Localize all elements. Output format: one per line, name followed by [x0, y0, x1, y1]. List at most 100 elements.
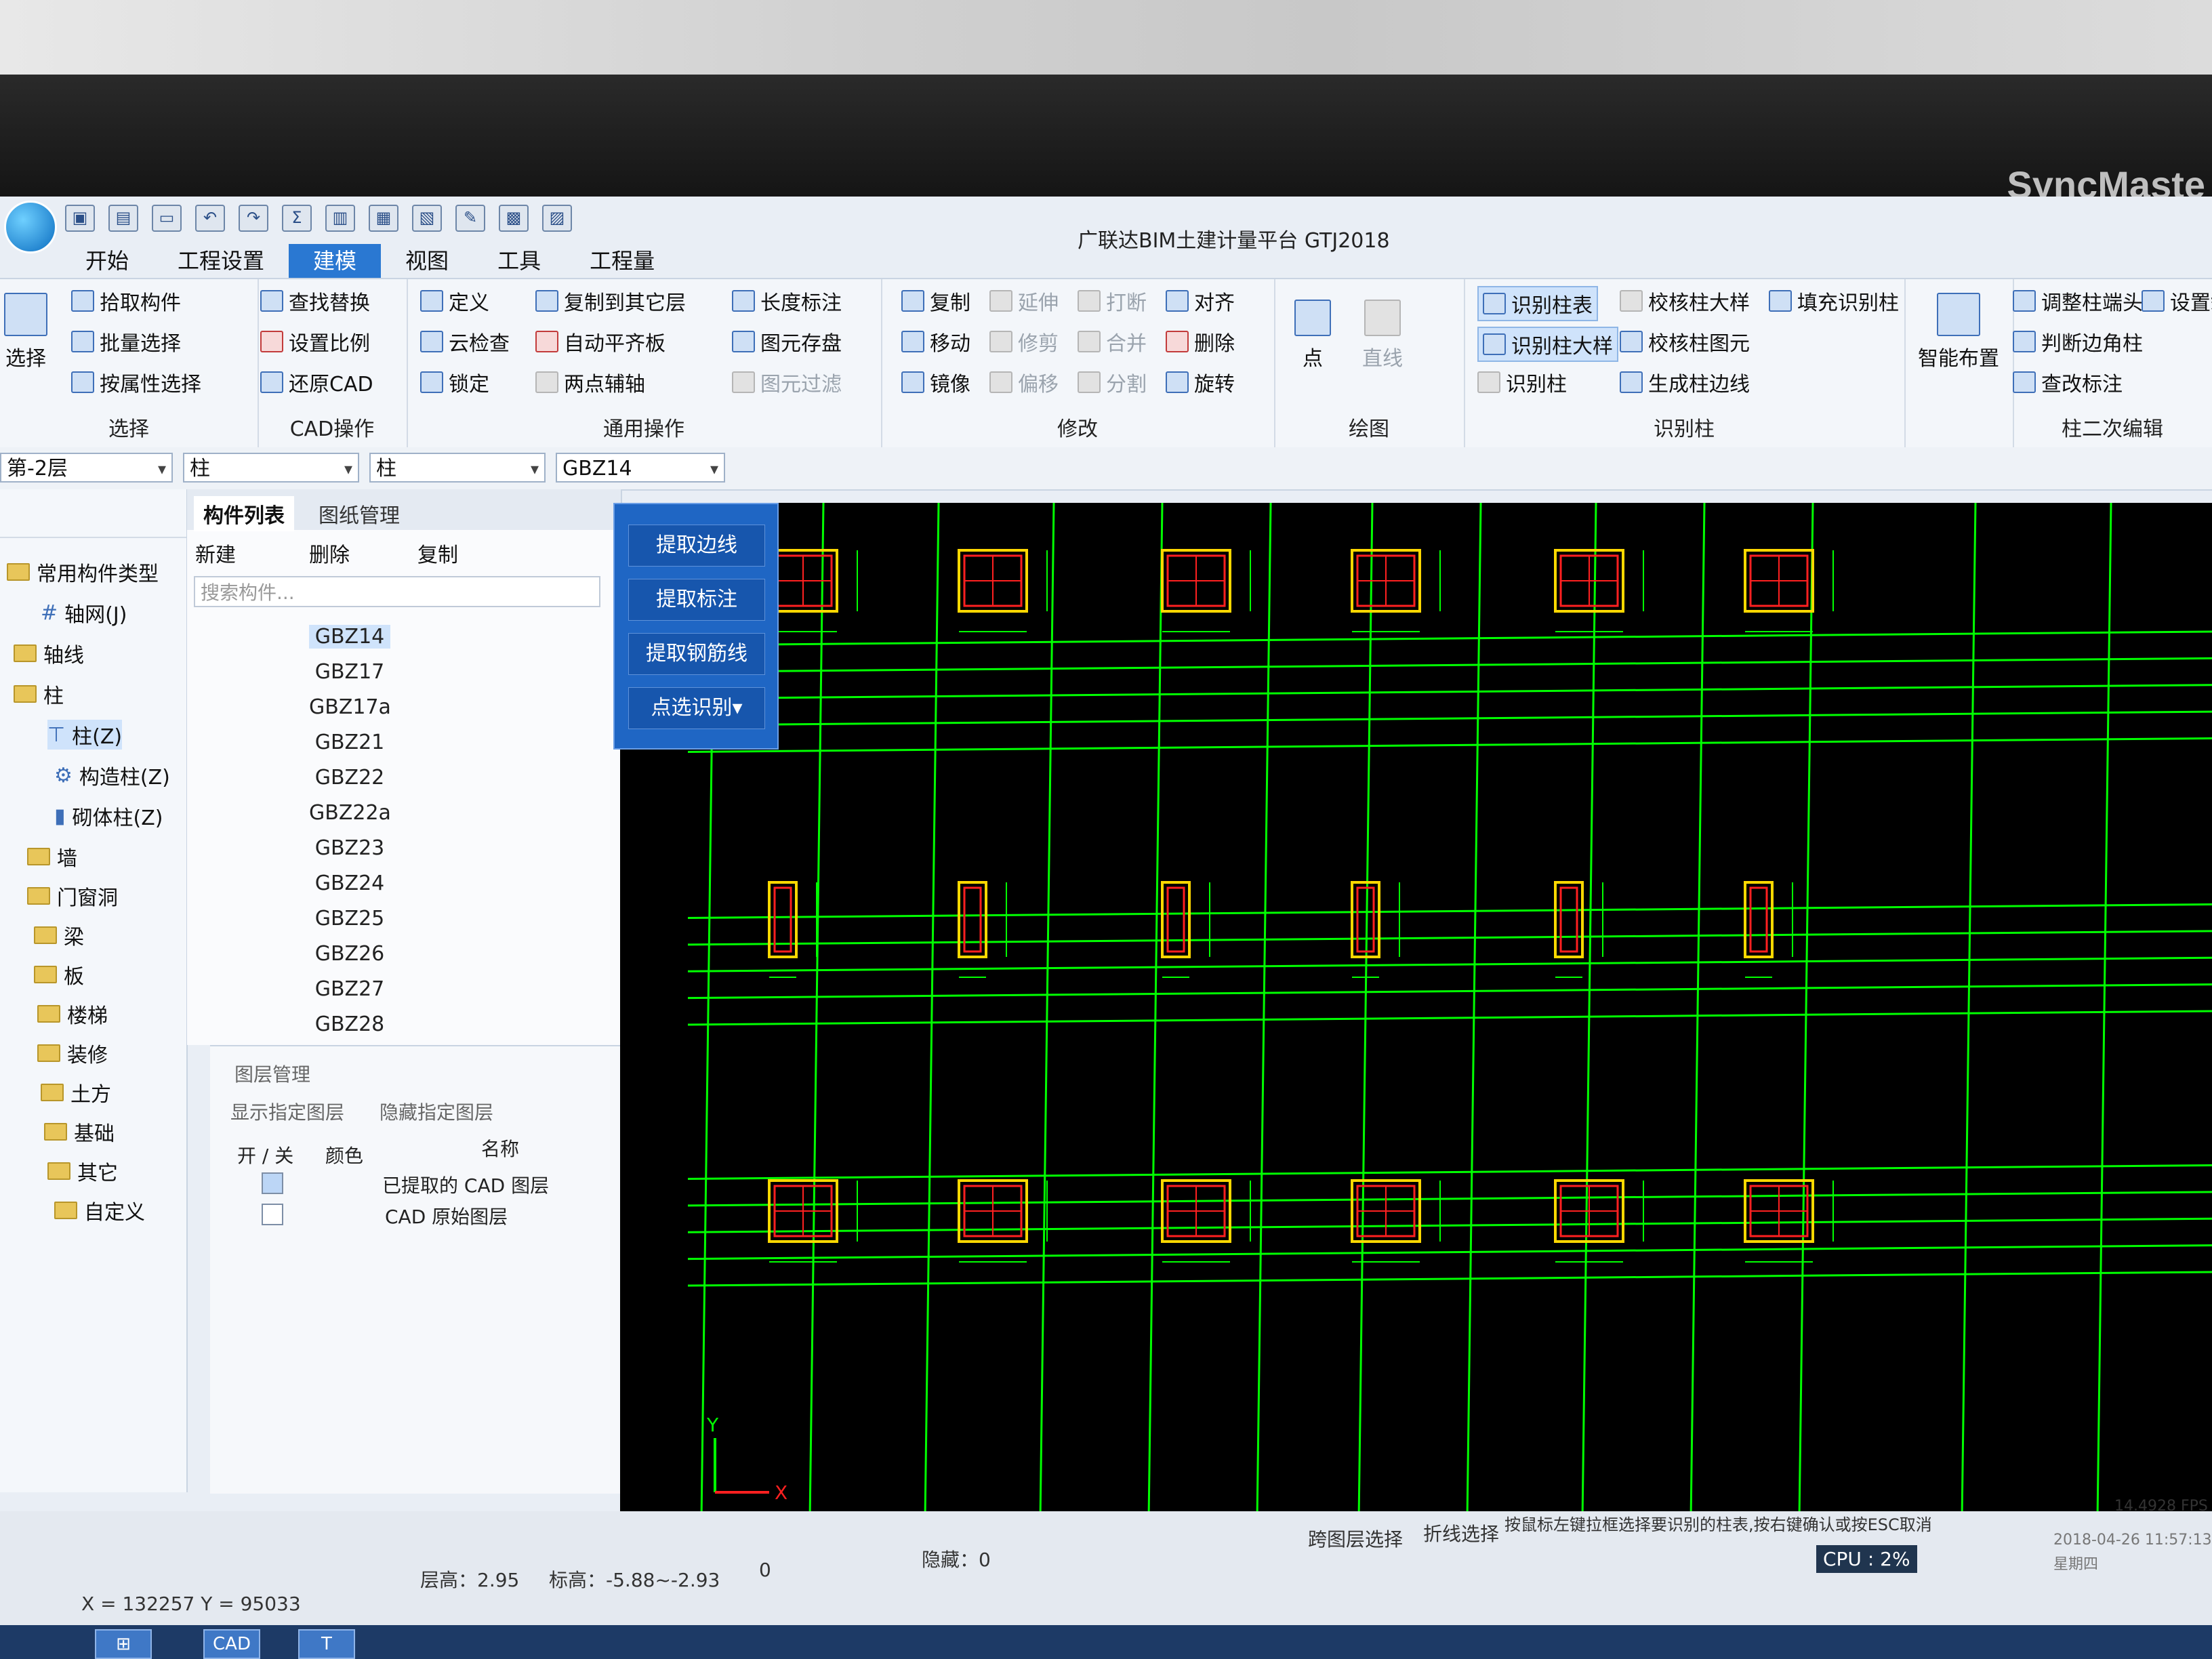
tree-foundation[interactable]: 基础: [44, 1117, 115, 1147]
list-item[interactable]: GBZ25: [309, 907, 390, 930]
open-icon[interactable]: ▭: [152, 205, 182, 232]
tree-masonry-column[interactable]: ▮ 砌体柱(Z): [54, 801, 163, 831]
fill-identify-button[interactable]: 填充识别柱: [1769, 286, 1899, 316]
list-item[interactable]: GBZ14: [309, 625, 390, 649]
sum-icon[interactable]: Σ: [282, 205, 312, 232]
select-button[interactable]: 选择: [4, 293, 47, 371]
export-icon[interactable]: ▨: [542, 205, 572, 232]
copy-button[interactable]: 复制: [901, 286, 970, 316]
tree-column[interactable]: 柱: [14, 679, 64, 709]
delete-button[interactable]: 删除: [1166, 327, 1235, 356]
undo-icon[interactable]: ↶: [195, 205, 225, 232]
new-button[interactable]: 新建: [195, 538, 236, 568]
tab-start[interactable]: 开始: [61, 244, 153, 278]
tab-project-settings[interactable]: 工程设置: [153, 244, 289, 278]
layer-checkbox-extracted[interactable]: [262, 1172, 283, 1194]
point-button[interactable]: 点: [1294, 300, 1331, 371]
check-large-button[interactable]: 校核柱大样: [1620, 286, 1750, 316]
layer-row-extracted[interactable]: 已提取的 CAD 图层: [382, 1171, 549, 1198]
offset-button[interactable]: 偏移: [989, 367, 1059, 397]
define-button[interactable]: 定义: [420, 286, 489, 316]
settings-button[interactable]: 设置斜: [2142, 286, 2212, 316]
copy-component-button[interactable]: 复制: [417, 538, 458, 568]
smart-layout-button[interactable]: 智能布置: [1918, 293, 1999, 371]
type-select-2[interactable]: 柱: [369, 453, 546, 484]
extend-button[interactable]: 延伸: [989, 286, 1059, 316]
list-item[interactable]: GBZ28: [309, 1012, 390, 1036]
line-button[interactable]: 直线: [1362, 300, 1403, 371]
tree-axis[interactable]: 轴线: [14, 638, 84, 668]
tab-view[interactable]: 视图: [381, 244, 473, 278]
trim-button[interactable]: 修剪: [989, 327, 1059, 356]
extract-mark-button[interactable]: 提取标注: [628, 579, 765, 621]
redo-icon[interactable]: ↷: [239, 205, 268, 232]
tree-wall[interactable]: 墙: [27, 842, 77, 872]
list-item[interactable]: GBZ21: [309, 731, 390, 754]
merge-button[interactable]: 合并: [1078, 327, 1147, 356]
extract-edge-button[interactable]: 提取边线: [628, 525, 765, 567]
break-button[interactable]: 打断: [1078, 286, 1147, 316]
new-icon[interactable]: ▤: [108, 205, 138, 232]
rotate-button[interactable]: 旋转: [1166, 367, 1235, 397]
edit-icon[interactable]: ✎: [455, 205, 485, 232]
floor-select[interactable]: 第-2层: [0, 453, 173, 484]
list-item[interactable]: GBZ17: [309, 660, 390, 684]
layer-row-original[interactable]: CAD 原始图层: [385, 1202, 508, 1229]
align-button[interactable]: 对齐: [1166, 286, 1235, 316]
auto-flat-button[interactable]: 自动平齐板: [535, 327, 665, 356]
taskbar-t-icon[interactable]: T: [298, 1629, 355, 1659]
list-item[interactable]: GBZ24: [309, 872, 390, 895]
cad-drawing[interactable]: YX: [620, 503, 2212, 1519]
tab-quantity[interactable]: 工程量: [565, 244, 679, 278]
view-report-icon[interactable]: ▦: [369, 205, 398, 232]
calc-icon[interactable]: ▧: [412, 205, 442, 232]
gen-edge-button[interactable]: 生成柱边线: [1620, 367, 1750, 397]
search-input[interactable]: 搜索构件...: [194, 576, 600, 607]
set-scale-button[interactable]: 设置比例: [260, 327, 370, 356]
judge-corner-button[interactable]: 判断边角柱: [2013, 327, 2143, 356]
length-mark-button[interactable]: 长度标注: [732, 286, 842, 316]
tree-axis-net[interactable]: # 轴网(J): [41, 598, 127, 628]
split-button[interactable]: 分割: [1078, 367, 1147, 397]
point-identify-button[interactable]: 点选识别▾: [628, 687, 765, 729]
report-icon[interactable]: ▥: [325, 205, 355, 232]
grid-icon[interactable]: ▩: [499, 205, 529, 232]
restore-cad-button[interactable]: 还原CAD: [260, 367, 373, 397]
list-item[interactable]: GBZ17a: [309, 695, 391, 719]
tree-slab[interactable]: 板: [34, 960, 84, 989]
list-item[interactable]: GBZ26: [309, 942, 390, 966]
hide-layer-button[interactable]: 隐藏指定图层: [380, 1098, 493, 1125]
elem-save-button[interactable]: 图元存盘: [732, 327, 842, 356]
find-replace-button[interactable]: 查找替换: [260, 286, 370, 316]
list-item[interactable]: GBZ22: [309, 766, 390, 790]
tree-column-z[interactable]: ⊤ 柱(Z): [47, 720, 123, 750]
copy-to-floor-button[interactable]: 复制到其它层: [535, 286, 686, 316]
list-item[interactable]: GBZ22a: [309, 801, 391, 825]
layer-checkbox-original[interactable]: [262, 1204, 283, 1225]
view-mark-button[interactable]: 查改标注: [2013, 367, 2123, 397]
tree-other[interactable]: 其它: [47, 1156, 118, 1186]
tab-modeling[interactable]: 建模: [289, 244, 382, 278]
app-logo-icon[interactable]: [4, 201, 57, 253]
batch-select-button[interactable]: 批量选择: [71, 327, 181, 356]
tab-tools[interactable]: 工具: [473, 244, 565, 278]
elem-filter-button[interactable]: 图元过滤: [732, 367, 842, 397]
adjust-head-button[interactable]: 调整柱端头: [2013, 286, 2143, 316]
two-point-axis-button[interactable]: 两点辅轴: [535, 367, 645, 397]
attr-select-button[interactable]: 按属性选择: [71, 367, 201, 397]
pick-component-button[interactable]: 拾取构件: [71, 286, 181, 316]
tree-stair[interactable]: 楼梯: [37, 999, 108, 1029]
extract-rebar-button[interactable]: 提取钢筋线: [628, 633, 765, 675]
identify-column-button[interactable]: 识别柱: [1477, 367, 1567, 397]
tree-decor[interactable]: 装修: [37, 1038, 108, 1068]
identify-table-button[interactable]: 识别柱表: [1477, 286, 1598, 321]
list-item[interactable]: GBZ23: [309, 836, 390, 860]
identify-large-button[interactable]: 识别柱大样: [1477, 327, 1618, 362]
cloud-check-button[interactable]: 云检查: [420, 327, 510, 356]
tree-custom[interactable]: 自定义: [54, 1195, 145, 1225]
tree-struct-column[interactable]: ⚙ 构造柱(Z): [54, 760, 170, 790]
lock-button[interactable]: 锁定: [420, 367, 489, 397]
type-select-1[interactable]: 柱: [183, 453, 359, 484]
component-select[interactable]: GBZ14: [556, 453, 725, 484]
tree-beam[interactable]: 梁: [34, 920, 84, 950]
